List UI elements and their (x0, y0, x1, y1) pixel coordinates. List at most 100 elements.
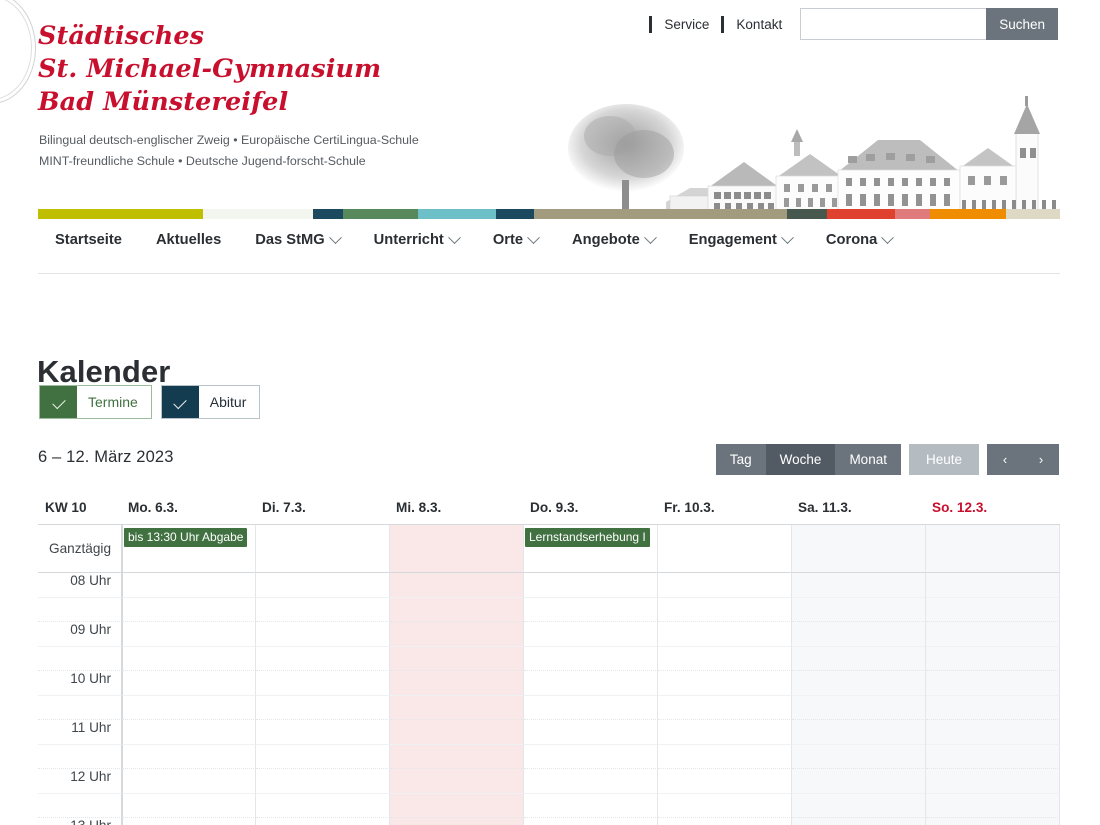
view-button-tag[interactable]: Tag (716, 444, 766, 475)
calendar-cell[interactable] (926, 818, 1060, 825)
calendar-day-header-5[interactable]: Sa. 11.3. (792, 500, 926, 515)
calendar-cell[interactable] (390, 647, 524, 671)
calendar-cell[interactable] (792, 573, 926, 598)
calendar-cell[interactable] (122, 671, 256, 696)
calendar-cell[interactable] (658, 720, 792, 745)
calendar-cell[interactable] (658, 696, 792, 720)
calendar-cell[interactable] (256, 647, 390, 671)
calendar-cell[interactable] (256, 818, 390, 825)
calendar-cell[interactable] (256, 671, 390, 696)
calendar-cell[interactable] (256, 769, 390, 794)
calendar-cell[interactable] (390, 720, 524, 745)
calendar-cell[interactable] (926, 745, 1060, 769)
calendar-cell[interactable] (524, 745, 658, 769)
calendar-cell[interactable] (390, 818, 524, 825)
calendar-cell[interactable] (926, 598, 1060, 622)
calendar-cell[interactable] (122, 696, 256, 720)
nav-das-stmg[interactable]: Das StMG (255, 232, 339, 248)
calendar-cell[interactable] (792, 818, 926, 825)
calendar-cell[interactable] (926, 622, 1060, 647)
calendar-cell[interactable] (256, 573, 390, 598)
calendar-cell[interactable] (122, 573, 256, 598)
calendar-cell[interactable] (524, 647, 658, 671)
calendar-cell[interactable] (926, 769, 1060, 794)
calendar-cell[interactable] (926, 573, 1060, 598)
calendar-cell[interactable] (256, 720, 390, 745)
calendar-cell[interactable] (390, 573, 524, 598)
calendar-cell[interactable] (122, 598, 256, 622)
kontakt-link[interactable]: Kontakt (736, 17, 782, 32)
calendar-cell[interactable] (658, 647, 792, 671)
calendar-cell[interactable] (926, 525, 1060, 573)
calendar-cell[interactable] (390, 598, 524, 622)
nav-startseite[interactable]: Startseite (55, 232, 122, 248)
filter-abitur[interactable]: Abitur (161, 385, 261, 419)
service-link[interactable]: Service (664, 17, 709, 32)
calendar-cell[interactable] (524, 720, 658, 745)
nav-engagement[interactable]: Engagement (689, 232, 792, 248)
calendar-cell[interactable]: bis 13:30 Uhr Abgabe (122, 525, 256, 573)
calendar-cell[interactable] (390, 794, 524, 818)
calendar-day-header-2[interactable]: Mi. 8.3. (390, 500, 524, 515)
nav-orte[interactable]: Orte (493, 232, 538, 248)
calendar-cell[interactable] (390, 745, 524, 769)
calendar-cell[interactable] (524, 769, 658, 794)
nav-aktuelles[interactable]: Aktuelles (156, 232, 221, 248)
calendar-cell[interactable] (792, 720, 926, 745)
calendar-cell[interactable] (524, 818, 658, 825)
calendar-cell[interactable] (792, 696, 926, 720)
today-button[interactable]: Heute (909, 444, 979, 475)
calendar-cell[interactable] (390, 671, 524, 696)
calendar-cell[interactable] (926, 671, 1060, 696)
calendar-cell[interactable] (926, 647, 1060, 671)
checkbox-termine[interactable] (40, 386, 77, 418)
calendar-cell[interactable] (658, 794, 792, 818)
calendar-day-header-1[interactable]: Di. 7.3. (256, 500, 390, 515)
calendar-cell[interactable] (658, 818, 792, 825)
calendar-cell[interactable] (524, 573, 658, 598)
calendar-cell[interactable] (792, 745, 926, 769)
nav-unterricht[interactable]: Unterricht (374, 232, 459, 248)
calendar-cell[interactable] (122, 745, 256, 769)
calendar-cell[interactable] (524, 622, 658, 647)
calendar-cell[interactable] (122, 622, 256, 647)
calendar-cell[interactable] (792, 647, 926, 671)
calendar-cell[interactable] (256, 525, 390, 573)
calendar-cell[interactable] (792, 525, 926, 573)
calendar-cell[interactable] (658, 573, 792, 598)
calendar-cell[interactable] (658, 769, 792, 794)
calendar-cell[interactable] (390, 769, 524, 794)
calendar-cell[interactable] (122, 818, 256, 825)
calendar-cell[interactable] (926, 720, 1060, 745)
calendar-cell[interactable] (792, 671, 926, 696)
calendar-cell[interactable] (524, 598, 658, 622)
calendar-cell[interactable]: Lernstandserhebung I (524, 525, 658, 573)
search-button[interactable]: Suchen (986, 8, 1058, 40)
calendar-cell[interactable] (926, 696, 1060, 720)
calendar-cell[interactable] (524, 794, 658, 818)
calendar-day-header-0[interactable]: Mo. 6.3. (122, 500, 256, 515)
calendar-day-header-4[interactable]: Fr. 10.3. (658, 500, 792, 515)
view-button-woche[interactable]: Woche (766, 444, 836, 475)
calendar-cell[interactable] (524, 696, 658, 720)
calendar-cell[interactable] (658, 525, 792, 573)
nav-angebote[interactable]: Angebote (572, 232, 655, 248)
nav-corona[interactable]: Corona (826, 232, 892, 248)
search-input[interactable] (800, 8, 986, 40)
calendar-cell[interactable] (390, 622, 524, 647)
calendar-cell[interactable] (792, 622, 926, 647)
calendar-cell[interactable] (658, 622, 792, 647)
calendar-cell[interactable] (122, 647, 256, 671)
calendar-cell[interactable] (256, 622, 390, 647)
calendar-cell[interactable] (658, 671, 792, 696)
calendar-cell[interactable] (390, 696, 524, 720)
calendar-cell[interactable] (256, 696, 390, 720)
calendar-cell[interactable] (256, 794, 390, 818)
calendar-cell[interactable] (122, 720, 256, 745)
calendar-cell[interactable] (792, 769, 926, 794)
calendar-day-header-3[interactable]: Do. 9.3. (524, 500, 658, 515)
calendar-cell[interactable] (524, 671, 658, 696)
prev-week-button[interactable]: ‹ (987, 444, 1023, 475)
calendar-event[interactable]: Lernstandserhebung I (525, 528, 650, 547)
calendar-cell[interactable] (256, 598, 390, 622)
